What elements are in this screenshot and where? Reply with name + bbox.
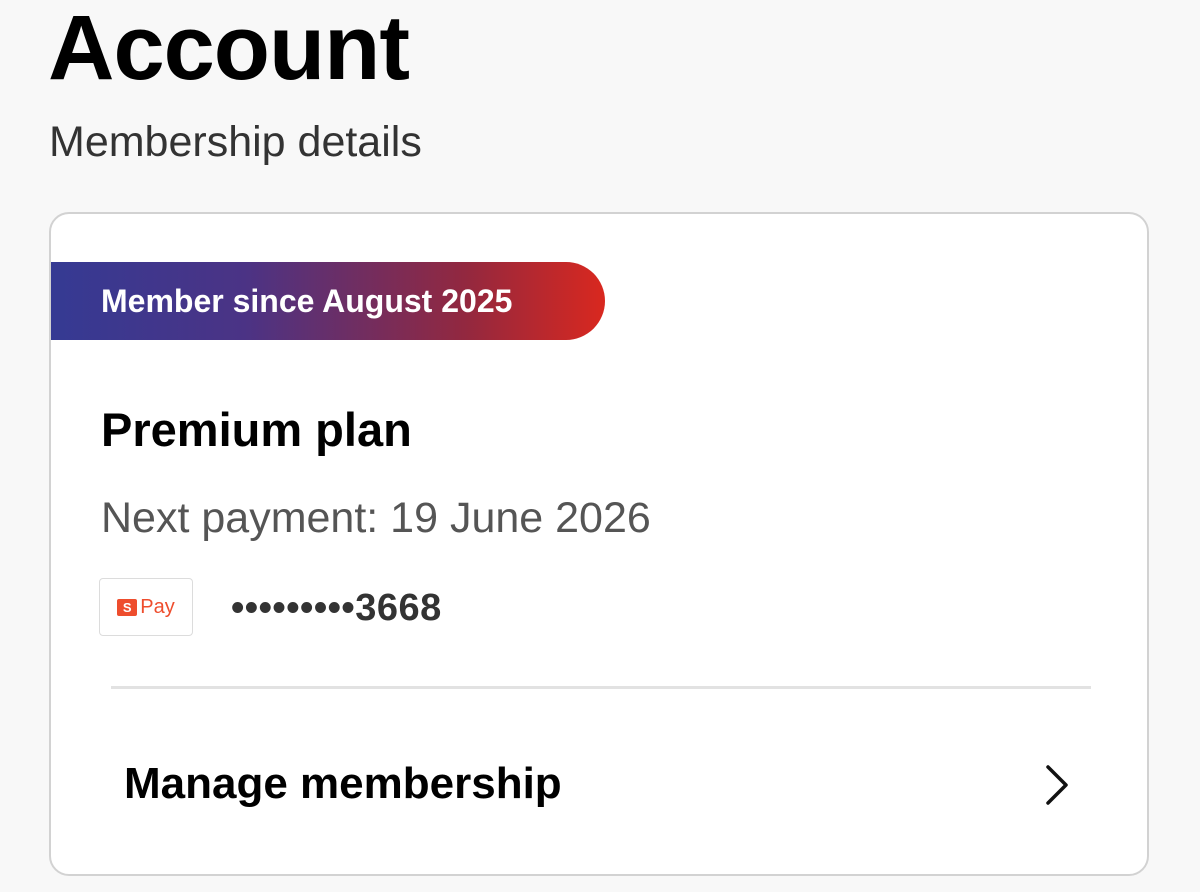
wallet-icon: S xyxy=(117,598,138,616)
chevron-right-icon xyxy=(1041,764,1071,806)
next-payment-date: Next payment: 19 June 2026 xyxy=(101,494,651,542)
payment-method-logo-text: Pay xyxy=(140,596,175,618)
payment-method-logo: S Pay xyxy=(99,578,193,636)
manage-membership-label: Manage membership xyxy=(124,759,562,808)
payment-method-number: •••••••••3668 xyxy=(231,587,442,629)
divider xyxy=(111,686,1091,689)
member-since-badge: Member since August 2025 xyxy=(51,262,605,340)
membership-card: Member since August 2025 Premium plan Ne… xyxy=(49,212,1149,876)
account-page: Account Membership details Member since … xyxy=(0,0,1200,892)
manage-membership-button[interactable]: Manage membership xyxy=(51,690,1147,874)
page-subtitle: Membership details xyxy=(49,118,422,166)
page-title: Account xyxy=(48,0,410,99)
plan-name: Premium plan xyxy=(101,403,412,456)
